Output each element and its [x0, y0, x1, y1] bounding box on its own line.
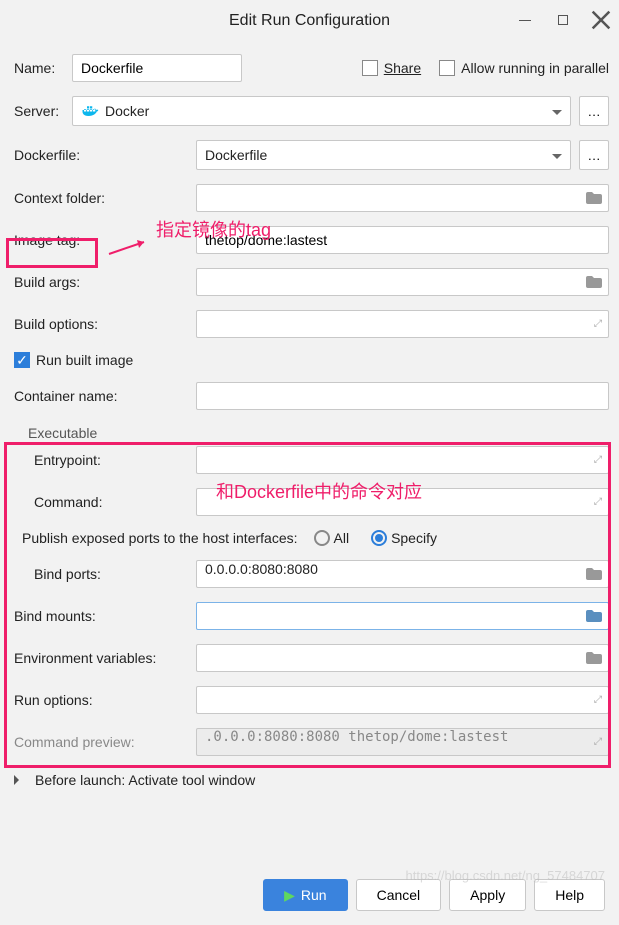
run-button[interactable]: ▶ Run — [263, 879, 347, 911]
buildoptions-label: Build options: — [14, 316, 188, 332]
folder-icon — [586, 192, 602, 204]
executable-label: Executable — [28, 425, 97, 441]
name-label: Name: — [14, 60, 64, 76]
buildargs-label: Build args: — [14, 274, 188, 290]
chevron-down-icon — [552, 103, 562, 119]
dockerfile-more-button[interactable]: … — [579, 140, 609, 170]
server-label: Server: — [14, 103, 64, 119]
share-checkbox[interactable] — [362, 60, 378, 76]
titlebar: Edit Run Configuration — [0, 0, 619, 42]
maximize-button[interactable] — [553, 10, 573, 30]
close-button[interactable] — [591, 10, 611, 30]
play-icon: ▶ — [284, 887, 295, 904]
parallel-checkbox-label[interactable]: Allow running in parallel — [439, 60, 609, 76]
context-input[interactable] — [196, 184, 609, 212]
minimize-button[interactable] — [515, 10, 535, 30]
name-input[interactable] — [72, 54, 242, 82]
server-select[interactable]: Docker — [72, 96, 571, 126]
server-more-button[interactable]: … — [579, 96, 609, 126]
context-label: Context folder: — [14, 190, 188, 206]
annotation-text-executable: 和Dockerfile中的命令对应 — [216, 478, 422, 504]
before-launch-label[interactable]: Before launch: Activate tool window — [35, 772, 255, 788]
chevron-down-icon — [552, 147, 562, 163]
annotation-box-imagetag — [6, 238, 98, 268]
dockerfile-select[interactable]: Dockerfile — [196, 140, 571, 170]
share-checkbox-label[interactable]: Share — [362, 60, 421, 76]
dockerfile-label: Dockerfile: — [14, 147, 188, 163]
expand-arrow-icon[interactable] — [14, 775, 19, 785]
annotation-text-imagetag: 指定镜像的tag — [156, 216, 271, 242]
apply-button[interactable]: Apply — [449, 879, 526, 911]
buildoptions-input[interactable]: ⤢ — [196, 310, 609, 338]
parallel-checkbox[interactable] — [439, 60, 455, 76]
cancel-button[interactable]: Cancel — [356, 879, 442, 911]
annotation-arrow-icon — [104, 236, 154, 260]
docker-icon — [81, 103, 99, 120]
folder-icon — [586, 276, 602, 288]
help-button[interactable]: Help — [534, 879, 605, 911]
window-title: Edit Run Configuration — [229, 12, 390, 30]
container-input[interactable] — [196, 382, 609, 410]
runbuilt-checkbox-label[interactable]: ✓ Run built image — [14, 352, 133, 368]
runbuilt-checkbox[interactable]: ✓ — [14, 352, 30, 368]
buildargs-input[interactable] — [196, 268, 609, 296]
expand-icon: ⤢ — [594, 319, 602, 330]
watermark: https://blog.csdn.net/ng_57484707 — [406, 868, 606, 883]
container-label: Container name: — [14, 388, 188, 404]
